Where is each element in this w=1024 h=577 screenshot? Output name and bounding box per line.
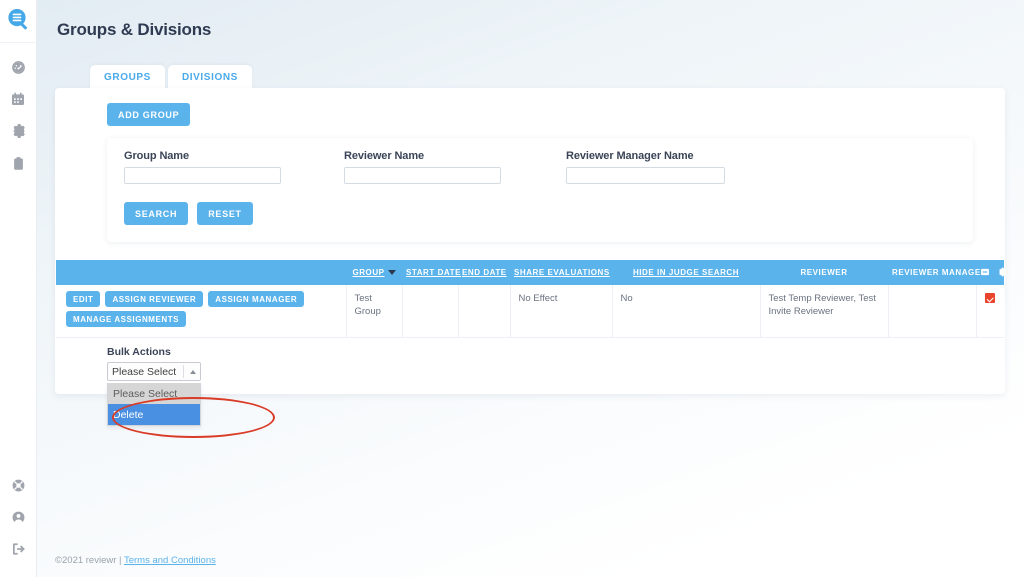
sidebar-item-settings[interactable] <box>0 115 37 147</box>
th-group[interactable]: GROUP <box>346 260 402 285</box>
sidebar-bottom-nav <box>0 469 37 565</box>
calendar-icon <box>10 91 26 107</box>
dropdown-option-please-select[interactable]: Please Select <box>108 383 200 404</box>
reviewr-logo-icon <box>6 7 30 36</box>
tab-divisions[interactable]: DIVISIONS <box>167 65 252 90</box>
bulk-actions-selected-value: Please Select <box>112 365 177 378</box>
user-circle-icon <box>11 510 26 525</box>
row-select-checkbox[interactable] <box>985 293 996 303</box>
assign-reviewer-button[interactable]: ASSIGN REVIEWER <box>105 291 204 307</box>
reset-button[interactable]: RESET <box>197 202 253 225</box>
gauge-icon <box>10 59 27 76</box>
terms-and-conditions-link[interactable]: Terms and Conditions <box>124 555 216 566</box>
reviewer-name-label: Reviewer Name <box>344 150 425 162</box>
logout-icon <box>11 541 27 557</box>
group-name-label: Group Name <box>124 150 190 162</box>
th-actions <box>56 260 346 285</box>
tab-groups[interactable]: GROUPS <box>90 65 165 90</box>
th-end-date[interactable]: END DATE <box>458 260 510 285</box>
sidebar-item-help[interactable] <box>0 469 37 501</box>
add-group-button[interactable]: ADD GROUP <box>107 103 191 126</box>
minus-box-icon[interactable] <box>980 267 990 279</box>
th-share-evaluations-label[interactable]: SHARE EVALUATIONS <box>514 268 610 277</box>
cell-start-date <box>402 285 459 338</box>
edit-button[interactable]: EDIT <box>66 291 101 307</box>
th-start-date[interactable]: START DATE <box>402 260 461 285</box>
manage-assignments-button[interactable]: MANAGE ASSIGNMENTS <box>66 311 187 327</box>
assign-manager-button[interactable]: ASSIGN MANAGER <box>208 291 305 307</box>
group-name-input[interactable] <box>124 167 281 184</box>
bulk-actions: Bulk Actions Please Select Please Select… <box>107 346 275 438</box>
th-hide-in-judge-search[interactable]: HIDE IN JUDGE SEARCH <box>612 260 760 285</box>
table-row: EDIT ASSIGN REVIEWER ASSIGN MANAGER MANAGE… <box>56 285 1004 338</box>
clipboard-icon <box>11 156 26 171</box>
sort-desc-icon <box>387 270 396 276</box>
app-logo[interactable] <box>0 0 37 43</box>
groups-table-wrapper: GROUP START DATE END DATE SHARE EVALUATI… <box>56 260 1007 338</box>
th-start-date-label[interactable]: START DATE <box>406 268 461 277</box>
cell-end-date <box>458 285 511 338</box>
content-panel: ADD GROUP Group Name Reviewer Name Revie… <box>55 88 1007 438</box>
gear-icon <box>10 123 26 139</box>
th-end-date-label[interactable]: END DATE <box>462 268 507 277</box>
search-actions: SEARCH RESET <box>124 202 253 225</box>
page-canvas: Groups & Divisions GROUPS DIVISIONS ADD … <box>37 0 1024 577</box>
footer: ©2021 reviewr | Terms and Conditions <box>55 555 216 566</box>
sidebar <box>0 0 37 577</box>
sidebar-item-dashboard[interactable] <box>0 51 37 83</box>
th-reviewer: REVIEWER <box>760 260 888 285</box>
th-share-evaluations[interactable]: SHARE EVALUATIONS <box>510 260 612 285</box>
footer-copyright: ©2021 reviewr | <box>55 555 122 566</box>
sidebar-item-account[interactable] <box>0 501 37 533</box>
gear-icon[interactable] <box>997 267 1007 279</box>
lifebuoy-icon <box>11 478 26 493</box>
reviewer-name-field-group: Reviewer Name <box>344 150 501 184</box>
groups-table: GROUP START DATE END DATE SHARE EVALUATI… <box>56 260 1007 338</box>
bulk-actions-select[interactable]: Please Select <box>107 362 201 381</box>
sidebar-item-logout[interactable] <box>0 533 37 565</box>
cell-row-checkbox[interactable] <box>976 285 1004 338</box>
th-table-tools <box>976 260 1007 285</box>
cell-reviewer: Test Temp Reviewer, Test Invite Reviewer <box>760 285 889 338</box>
reviewer-name-input[interactable] <box>344 167 501 184</box>
cell-share-evaluations: No Effect <box>510 285 613 338</box>
table-header-row: GROUP START DATE END DATE SHARE EVALUATI… <box>56 260 1007 285</box>
cell-hide-in-judge-search: No <box>612 285 761 338</box>
th-group-label[interactable]: GROUP <box>352 268 384 277</box>
sidebar-item-clipboard[interactable] <box>0 147 37 179</box>
page-title: Groups & Divisions <box>57 20 212 39</box>
sidebar-top-nav <box>0 51 37 179</box>
th-reviewer-manager: REVIEWER MANAGER <box>888 260 986 285</box>
dropdown-option-delete[interactable]: Delete <box>108 404 200 425</box>
th-hide-in-judge-search-label[interactable]: HIDE IN JUDGE SEARCH <box>633 268 739 277</box>
sidebar-item-calendar[interactable] <box>0 83 37 115</box>
group-name-field-group: Group Name <box>124 150 281 184</box>
reviewer-manager-name-label: Reviewer Manager Name <box>566 150 694 162</box>
cell-reviewer-manager <box>888 285 977 338</box>
tab-bar: GROUPS DIVISIONS <box>90 65 252 90</box>
cell-group: Test Group <box>346 285 403 338</box>
search-button[interactable]: SEARCH <box>124 202 189 225</box>
reviewer-manager-name-field-group: Reviewer Manager Name <box>566 150 725 184</box>
chevron-up-icon[interactable] <box>190 369 196 374</box>
reviewer-manager-name-input[interactable] <box>566 167 725 184</box>
select-divider <box>183 365 184 378</box>
bulk-actions-label: Bulk Actions <box>107 346 171 358</box>
search-filter-card: Group Name Reviewer Name Reviewer Manage… <box>107 138 973 242</box>
bulk-actions-dropdown[interactable]: Please Select Delete <box>107 383 201 426</box>
cell-row-actions: EDIT ASSIGN REVIEWER ASSIGN MANAGER MANAGE… <box>56 285 347 338</box>
